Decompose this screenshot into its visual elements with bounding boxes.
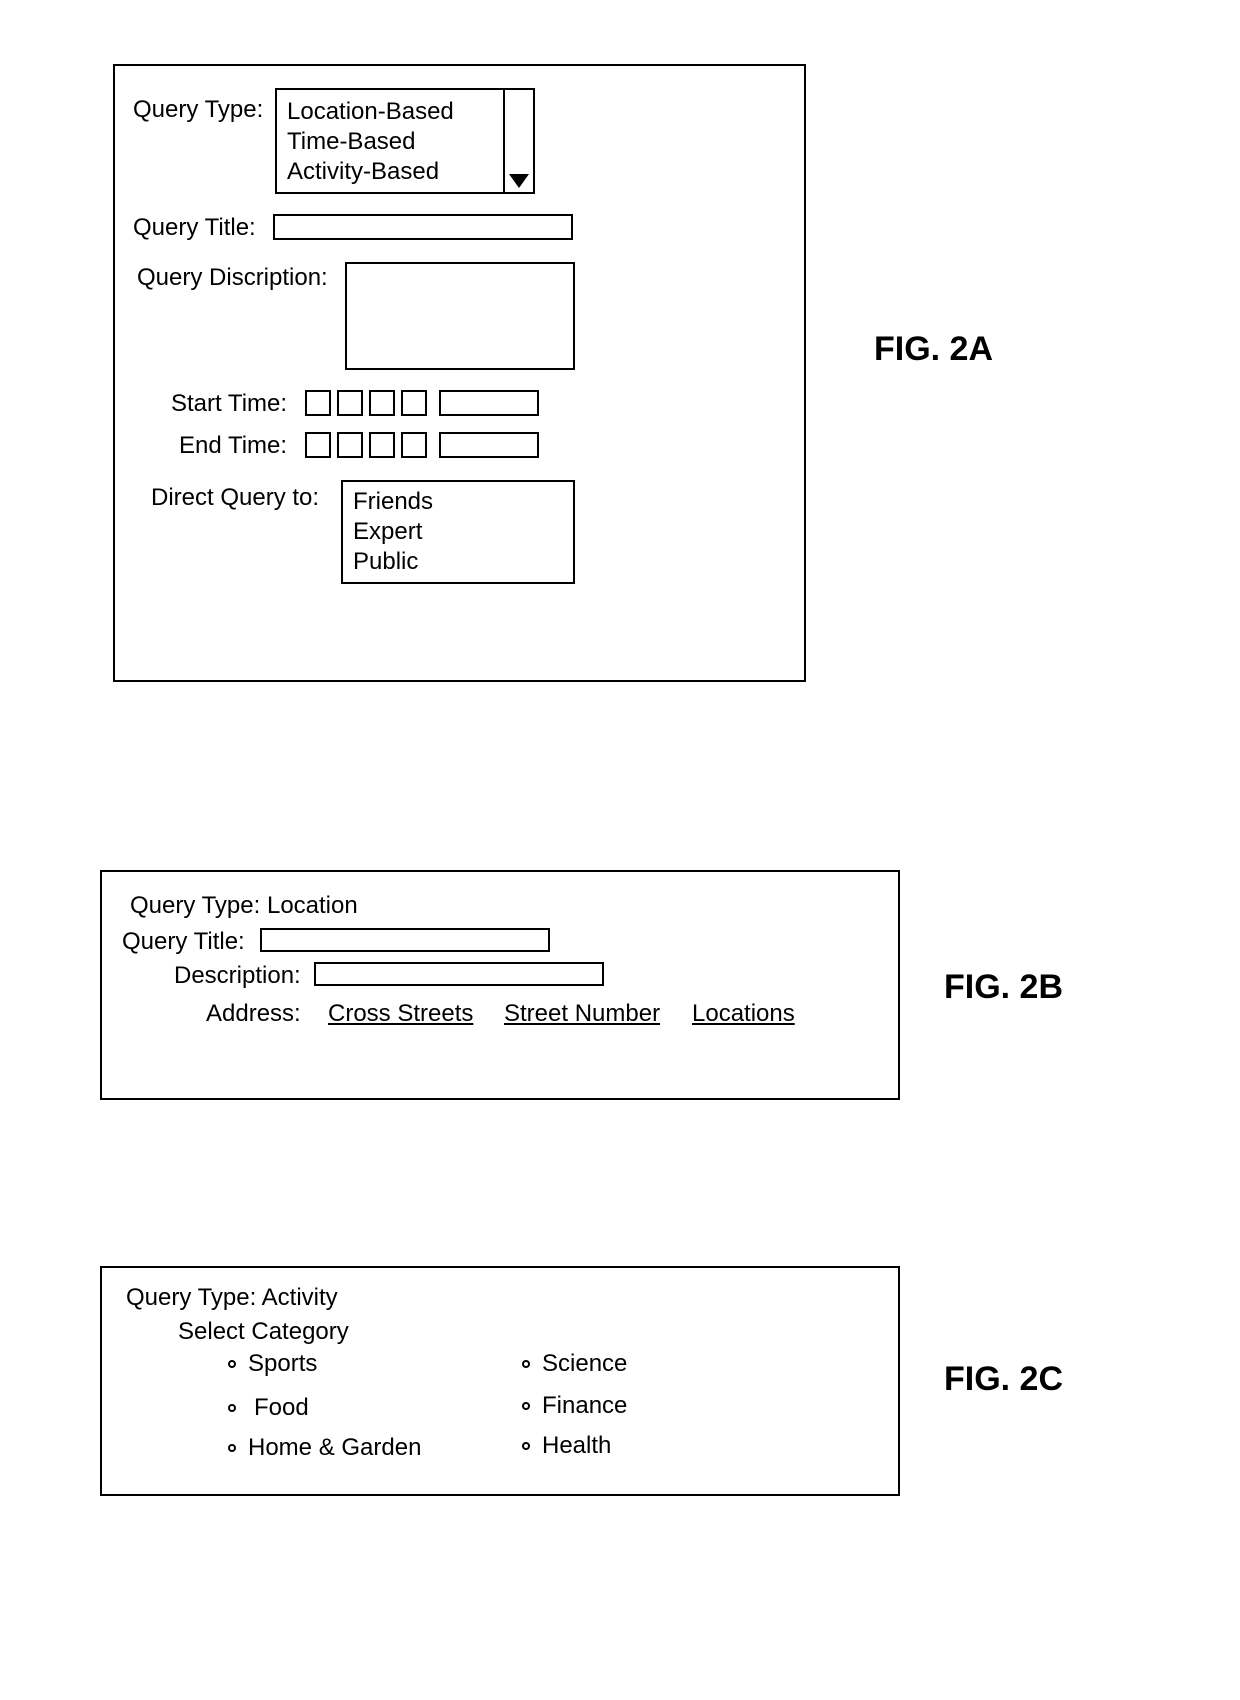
figure-caption-2a: FIG. 2A xyxy=(874,330,993,369)
bullet-icon xyxy=(228,1444,236,1452)
panel-fig-2b: Query Type: Location Query Title: Descri… xyxy=(100,870,900,1100)
start-time-box-3[interactable] xyxy=(369,390,395,416)
end-time-box-3[interactable] xyxy=(369,432,395,458)
label-start-time: Start Time: xyxy=(171,390,287,418)
category-item[interactable]: Health xyxy=(542,1432,611,1460)
label-query-type: Query Type: xyxy=(133,96,263,124)
label-query-type-2c: Query Type: Activity xyxy=(126,1284,338,1312)
label-query-title-2b: Query Title: xyxy=(122,928,245,956)
query-type-value-2c: Activity xyxy=(262,1284,338,1311)
query-type-dropdown[interactable]: Location-Based Time-Based Activity-Based xyxy=(275,88,535,194)
bullet-icon xyxy=(228,1404,236,1412)
end-time-box-2[interactable] xyxy=(337,432,363,458)
end-time-box-5[interactable] xyxy=(439,432,539,458)
start-time-box-5[interactable] xyxy=(439,390,539,416)
end-time-box-4[interactable] xyxy=(401,432,427,458)
category-item[interactable]: Finance xyxy=(542,1392,627,1420)
label-query-description: Query Discription: xyxy=(137,264,328,292)
query-type-option[interactable]: Location-Based xyxy=(287,98,454,126)
label-direct-query-to: Direct Query to: xyxy=(151,484,319,512)
query-type-option[interactable]: Activity-Based xyxy=(287,158,439,186)
label-end-time: End Time: xyxy=(179,432,287,460)
query-type-label-text: Query Type: xyxy=(130,892,260,919)
address-link-street-number[interactable]: Street Number xyxy=(504,1000,660,1028)
query-description-textarea[interactable] xyxy=(345,262,575,370)
panel-fig-2c: Query Type: Activity Select Category Spo… xyxy=(100,1266,900,1496)
category-item[interactable]: Science xyxy=(542,1350,627,1378)
start-time-box-2[interactable] xyxy=(337,390,363,416)
query-title-input[interactable] xyxy=(273,214,573,240)
dropdown-divider xyxy=(503,90,505,192)
category-item[interactable]: Sports xyxy=(248,1350,317,1378)
direct-option[interactable]: Friends xyxy=(353,488,433,516)
query-title-input-2b[interactable] xyxy=(260,928,550,952)
label-description-2b: Description: xyxy=(174,962,301,990)
description-input-2b[interactable] xyxy=(314,962,604,986)
query-type-option[interactable]: Time-Based xyxy=(287,128,415,156)
label-select-category: Select Category xyxy=(178,1318,349,1346)
label-query-title: Query Title: xyxy=(133,214,256,242)
address-link-cross-streets[interactable]: Cross Streets xyxy=(328,1000,473,1028)
query-type-value: Location xyxy=(267,892,358,919)
end-time-box-1[interactable] xyxy=(305,432,331,458)
chevron-down-icon xyxy=(509,174,529,188)
bullet-icon xyxy=(522,1402,530,1410)
query-type-label-text-2c: Query Type: xyxy=(126,1284,256,1311)
start-time-box-1[interactable] xyxy=(305,390,331,416)
bullet-icon xyxy=(228,1360,236,1368)
bullet-icon xyxy=(522,1442,530,1450)
figure-caption-2c: FIG. 2C xyxy=(944,1360,1063,1399)
address-link-locations[interactable]: Locations xyxy=(692,1000,795,1028)
figure-caption-2b: FIG. 2B xyxy=(944,968,1063,1007)
start-time-box-4[interactable] xyxy=(401,390,427,416)
label-address: Address: xyxy=(206,1000,301,1028)
bullet-icon xyxy=(522,1360,530,1368)
panel-fig-2a: Query Type: Location-Based Time-Based Ac… xyxy=(113,64,806,682)
category-item[interactable]: Food xyxy=(254,1394,309,1422)
direct-option[interactable]: Public xyxy=(353,548,418,576)
category-item[interactable]: Home & Garden xyxy=(248,1434,421,1462)
direct-option[interactable]: Expert xyxy=(353,518,422,546)
label-query-type-2b: Query Type: Location xyxy=(130,892,358,920)
direct-query-listbox[interactable]: Friends Expert Public xyxy=(341,480,575,584)
